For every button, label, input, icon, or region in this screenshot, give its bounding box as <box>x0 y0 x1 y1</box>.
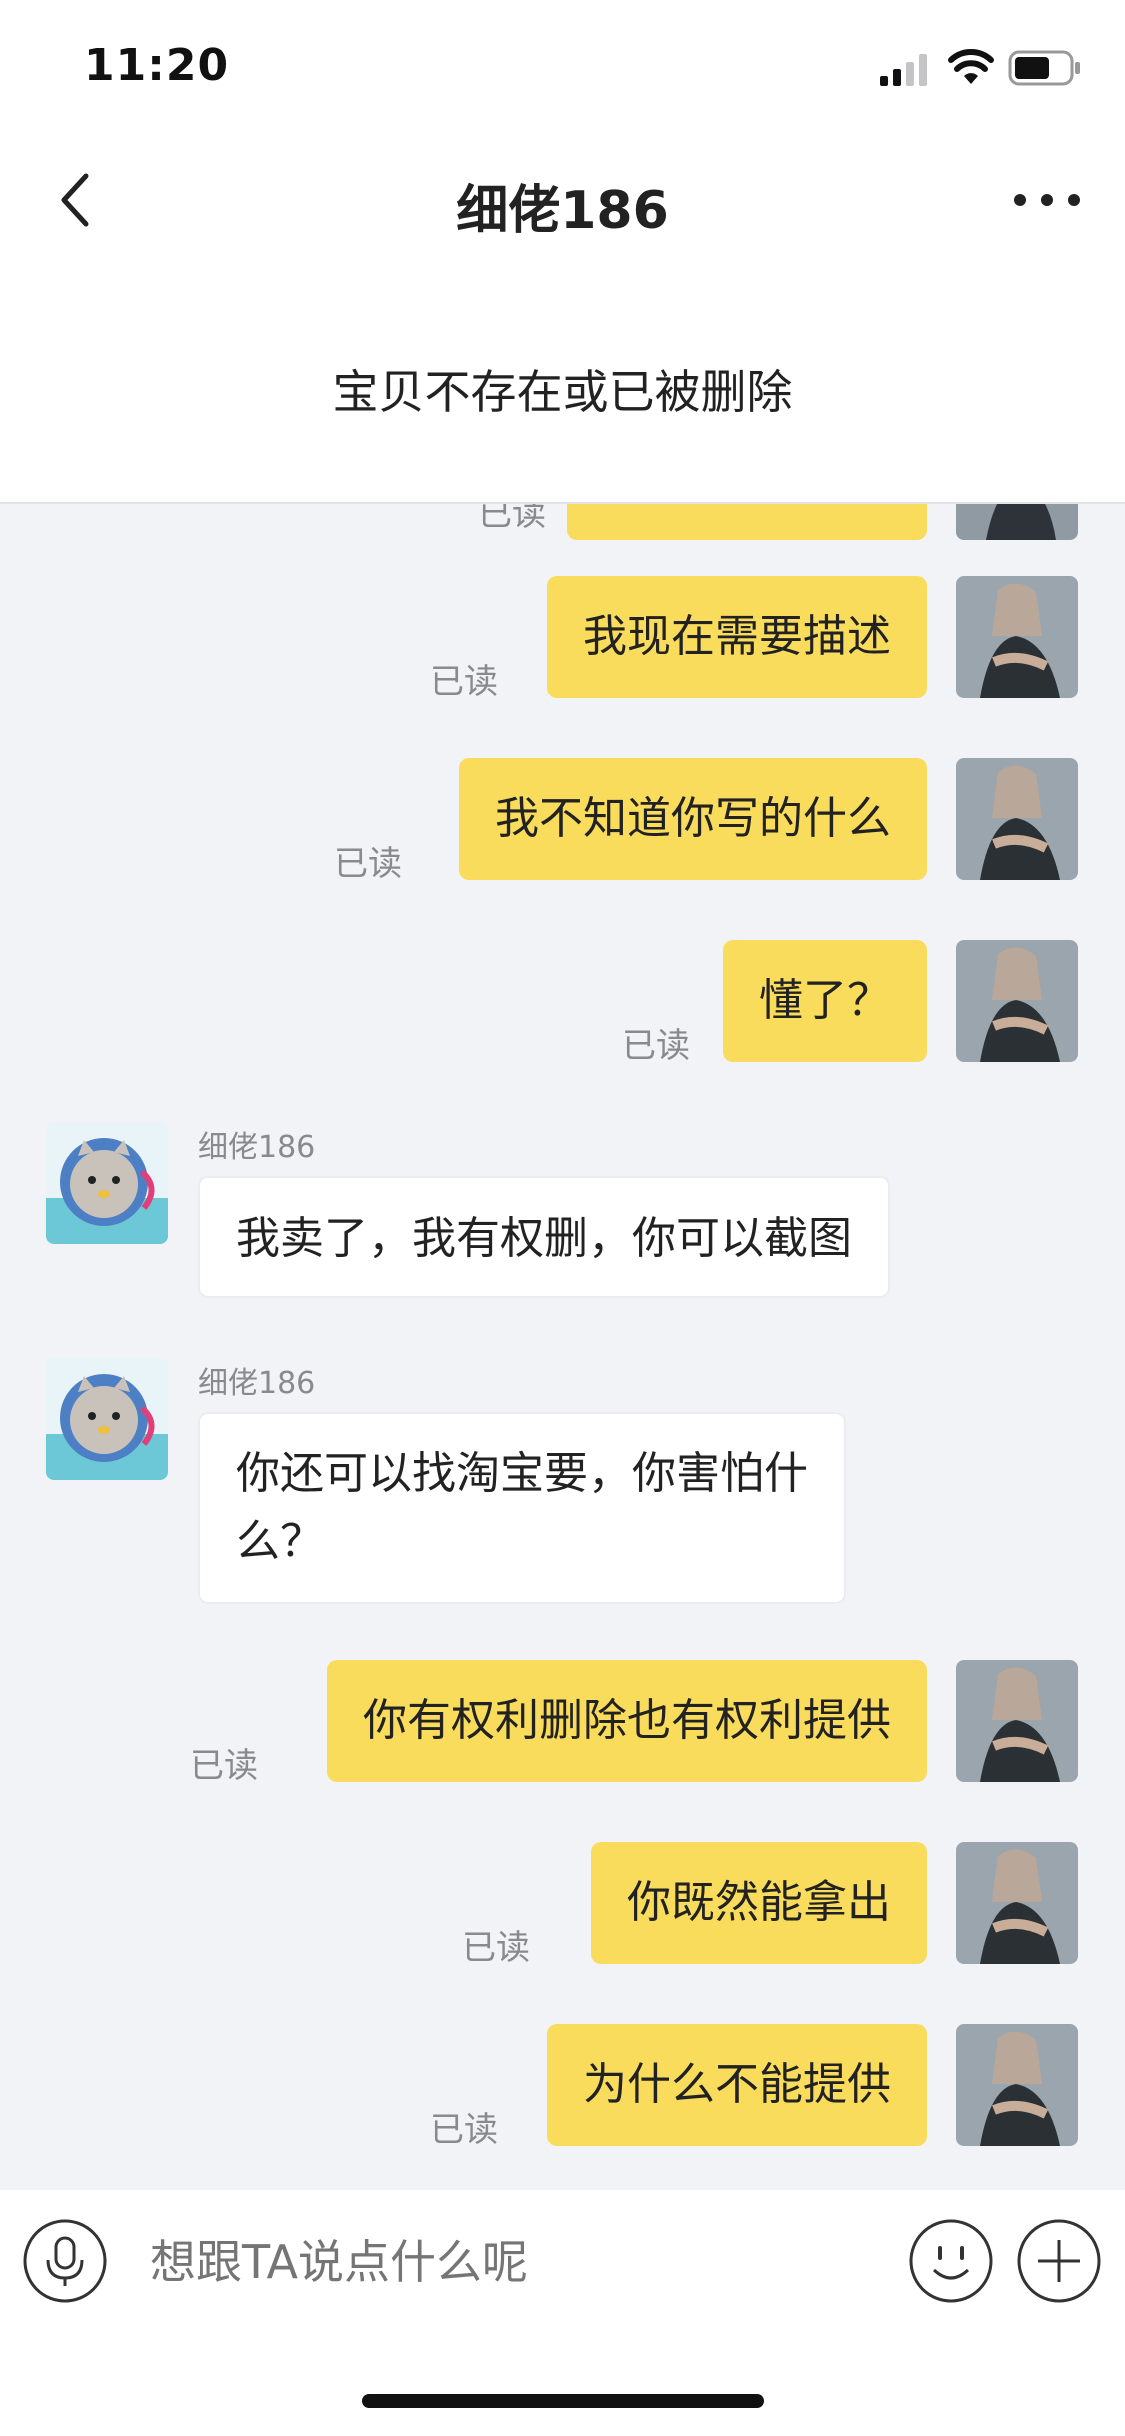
wifi-icon <box>948 49 994 84</box>
contact-avatar[interactable] <box>46 1122 168 1244</box>
read-status: 已读 <box>334 844 402 884</box>
status-time: 11:20 <box>84 40 230 91</box>
my-avatar[interactable] <box>956 1842 1078 1964</box>
my-avatar[interactable] <box>956 758 1078 880</box>
sender-name: 细佬186 <box>198 1366 316 1401</box>
emoji-icon[interactable] <box>908 2218 994 2304</box>
message-bubble-partial[interactable] <box>567 504 927 540</box>
item-status-banner[interactable]: 宝贝不存在或已被删除 <box>0 260 1125 504</box>
message-list[interactable]: 已读 我现在需要描述 已读 我不知道你写的什么 已读 懂了？ 已读 细佬186 … <box>0 504 1125 2190</box>
read-status: 已读 <box>190 1746 258 1786</box>
message-bubble[interactable]: 我卖了，我有权删，你可以截图 <box>198 1176 890 1298</box>
message-bubble[interactable]: 你既然能拿出 <box>591 1842 927 1964</box>
cellular-signal-icon <box>880 54 927 86</box>
item-deleted-notice: 宝贝不存在或已被删除 <box>332 365 793 419</box>
sender-name: 细佬186 <box>198 1130 316 1165</box>
contact-avatar[interactable] <box>46 1358 168 1480</box>
input-bar <box>0 2190 1125 2332</box>
message-bubble[interactable]: 你有权利删除也有权利提供 <box>327 1660 927 1782</box>
read-status: 已读 <box>478 504 546 534</box>
chat-title: 细佬186 <box>456 181 669 241</box>
more-options-icon[interactable] <box>1010 180 1084 220</box>
my-avatar[interactable] <box>956 2024 1078 2146</box>
read-status: 已读 <box>462 1928 530 1968</box>
my-avatar[interactable] <box>956 576 1078 698</box>
message-bubble[interactable]: 你还可以找淘宝要，你害怕什么？ <box>198 1412 846 1604</box>
plus-icon[interactable] <box>1016 2218 1102 2304</box>
home-indicator[interactable] <box>362 2394 764 2408</box>
message-input[interactable] <box>150 2234 850 2290</box>
home-indicator-area <box>0 2332 1125 2436</box>
message-bubble[interactable]: 懂了？ <box>723 940 927 1062</box>
message-bubble[interactable]: 我现在需要描述 <box>547 576 927 698</box>
my-avatar[interactable] <box>956 940 1078 1062</box>
status-bar: 11:20 <box>0 0 1125 140</box>
read-status: 已读 <box>622 1026 690 1066</box>
microphone-icon[interactable] <box>22 2218 108 2304</box>
my-avatar[interactable] <box>956 504 1078 540</box>
battery-icon <box>1008 50 1080 86</box>
message-bubble[interactable]: 为什么不能提供 <box>547 2024 927 2146</box>
read-status: 已读 <box>430 2110 498 2150</box>
my-avatar[interactable] <box>956 1660 1078 1782</box>
nav-bar: 细佬186 <box>0 140 1125 260</box>
message-bubble[interactable]: 我不知道你写的什么 <box>459 758 927 880</box>
read-status: 已读 <box>430 662 498 702</box>
